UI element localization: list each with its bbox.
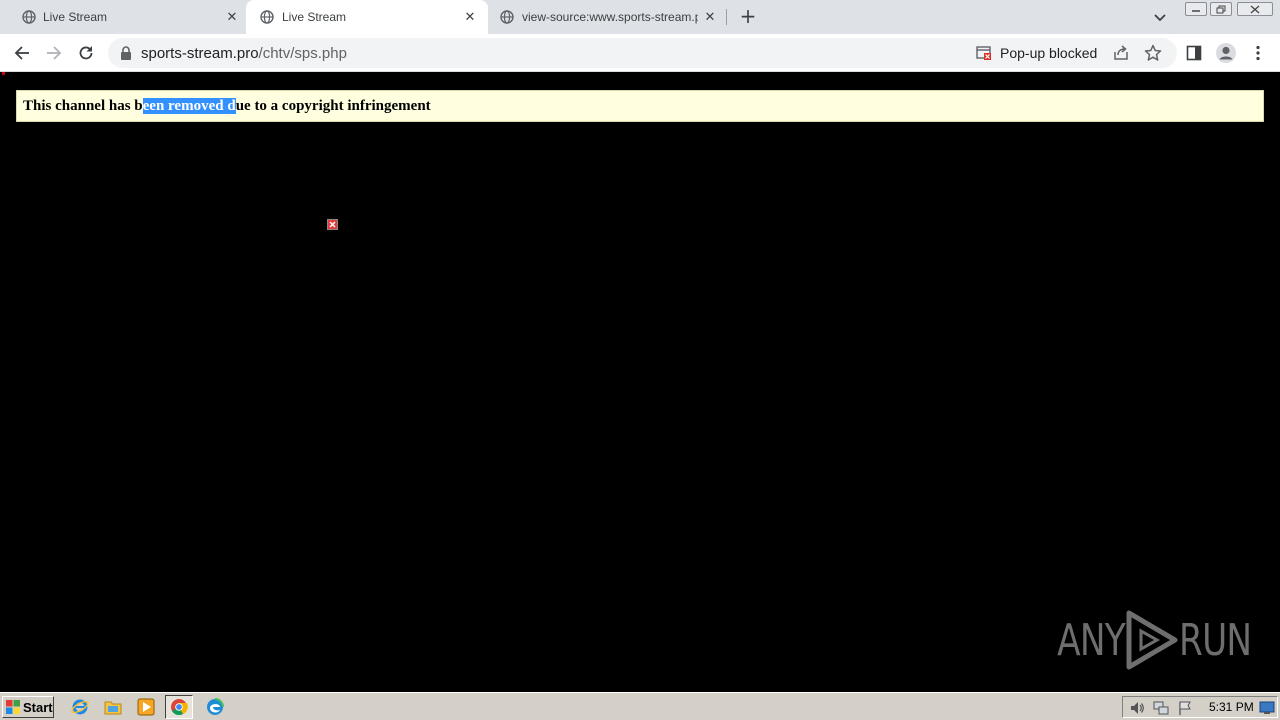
media-player-launcher[interactable] (136, 697, 156, 717)
close-tab-icon[interactable]: ✕ (462, 9, 478, 25)
url-text[interactable]: sports-stream.pro/chtv/sps.php (141, 45, 347, 62)
side-panel-button[interactable] (1184, 43, 1204, 63)
page-viewport: This channel has been removed due to a c… (0, 72, 1280, 692)
profile-avatar-icon (1216, 43, 1236, 63)
lock-icon[interactable] (120, 46, 132, 60)
file-explorer-launcher[interactable] (103, 697, 123, 717)
notice-text-before: This channel has b (23, 98, 143, 114)
globe-icon (500, 10, 514, 24)
volume-tray-button[interactable] (1129, 700, 1145, 716)
forward-arrow-icon (47, 46, 62, 60)
tab-live-stream-1[interactable]: Live Stream ✕ (0, 0, 246, 34)
tab-title: Live Stream (43, 10, 108, 24)
action-center-tray-button[interactable] (1177, 700, 1193, 716)
popup-blocked-icon (976, 46, 991, 60)
tab-title: Live Stream (282, 10, 347, 24)
address-bar[interactable]: sports-stream.pro/chtv/sps.php Pop-up bl… (108, 38, 1177, 68)
network-tray-button[interactable] (1153, 700, 1169, 716)
popup-blocked-label: Pop-up blocked (1000, 45, 1098, 61)
tab-live-stream-2[interactable]: Live Stream ✕ (246, 0, 488, 34)
reload-icon (79, 46, 93, 60)
broken-image-icon (327, 219, 338, 230)
start-button[interactable]: Start (2, 696, 54, 718)
restore-button[interactable] (1210, 2, 1232, 16)
removal-notice-text: This channel has been removed due to a c… (23, 98, 431, 115)
new-tab-button[interactable]: + (738, 6, 758, 27)
speaker-icon (1131, 702, 1144, 714)
side-panel-icon (1186, 45, 1202, 61)
removal-notice: This channel has been removed due to a c… (16, 90, 1264, 122)
watermark-right-text: RUN (1178, 614, 1252, 666)
edge-icon (207, 698, 224, 715)
chrome-icon (171, 699, 188, 716)
close-tab-icon[interactable]: ✕ (702, 9, 718, 25)
folder-icon (104, 701, 122, 715)
reload-button[interactable] (76, 43, 96, 63)
bookmark-star-icon[interactable] (1144, 44, 1162, 62)
minimize-icon (1192, 10, 1200, 12)
notice-text-selected: een removed d (142, 98, 236, 114)
play-logo-icon (1126, 610, 1178, 670)
notice-text-after: ue to a copyright infringement (235, 98, 431, 114)
network-icon (1153, 701, 1169, 715)
tab-separator (726, 9, 727, 25)
system-tray: 5:31 PM (1122, 696, 1278, 718)
tab-view-source[interactable]: view-source:www.sports-stream.pro ✕ (488, 0, 726, 34)
popup-blocked-indicator[interactable]: Pop-up blocked (976, 43, 1097, 63)
forward-button[interactable] (44, 43, 64, 63)
internet-explorer-launcher[interactable] (70, 697, 90, 717)
profile-button[interactable] (1215, 42, 1237, 64)
start-label: Start (23, 699, 53, 715)
edge-launcher[interactable] (205, 697, 225, 717)
url-path: /chtv/sps.php (258, 45, 347, 62)
share-icon[interactable] (1112, 44, 1130, 62)
kebab-menu-icon (1256, 45, 1260, 61)
browser-toolbar: sports-stream.pro/chtv/sps.php Pop-up bl… (0, 34, 1280, 72)
back-button[interactable] (12, 43, 32, 63)
back-arrow-icon (14, 46, 29, 60)
close-window-button[interactable] (1237, 2, 1273, 16)
close-icon (1250, 5, 1260, 13)
flag-icon (1179, 701, 1191, 715)
globe-icon (260, 10, 274, 24)
show-desktop-button[interactable] (1259, 700, 1275, 716)
chrome-taskbar-button[interactable] (165, 695, 193, 719)
close-tab-icon[interactable]: ✕ (224, 9, 240, 25)
taskbar-clock[interactable]: 5:31 PM (1209, 700, 1254, 714)
chevron-down-icon[interactable] (1152, 9, 1168, 25)
tab-strip: Live Stream ✕ Live Stream ✕ view-source:… (0, 0, 1280, 34)
monitor-icon (1259, 701, 1275, 714)
red-dot-marker (2, 72, 5, 75)
anyrun-watermark: ANY RUN (1038, 609, 1272, 671)
url-host: sports-stream.pro (141, 45, 259, 62)
internet-explorer-icon (71, 699, 89, 715)
restore-icon (1216, 5, 1226, 13)
globe-icon (22, 10, 36, 24)
watermark-left-text: ANY (1057, 614, 1126, 666)
windows-logo-icon (6, 700, 20, 714)
taskbar: Start 5:31 PM (0, 692, 1280, 720)
minimize-button[interactable] (1185, 2, 1207, 16)
menu-button[interactable] (1248, 43, 1268, 63)
tab-title: view-source:www.sports-stream.pro (522, 10, 698, 24)
media-player-icon (137, 698, 155, 716)
